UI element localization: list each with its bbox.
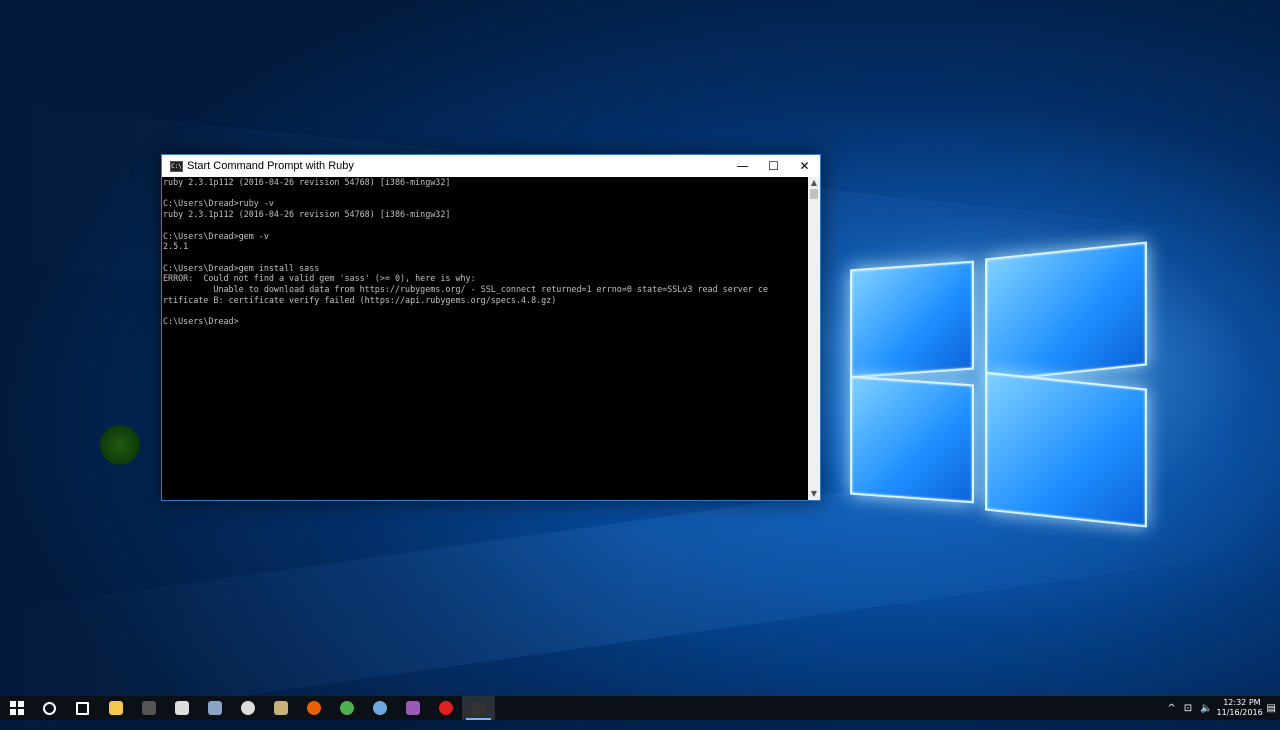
record-icon: [438, 701, 453, 715]
logo-pane: [850, 260, 974, 379]
image-app-icon: [273, 701, 288, 715]
scroll-thumb[interactable]: [810, 189, 818, 199]
search-button[interactable]: [33, 696, 66, 720]
console-line: C:\Users\Dread>gem -v: [163, 230, 269, 241]
cmd-window-icon: [471, 701, 486, 715]
web-app-icon: [372, 701, 387, 715]
firefox-icon: [306, 701, 321, 715]
console-line: C:\Users\Dread>: [163, 316, 239, 327]
volume-icon[interactable]: 🔈: [1200, 703, 1212, 714]
calculator-icon: [174, 701, 189, 715]
web-app-button[interactable]: [363, 696, 396, 720]
title-bar[interactable]: C:\ Start Command Prompt with Ruby — ☐ ✕: [162, 155, 820, 177]
taskbar: ^ ⊡ 🔈 12:32 PM 11/16/2016 ▤: [0, 696, 1280, 720]
network-icon[interactable]: ⊡: [1184, 703, 1192, 714]
console-line: ruby 2.3.1p112 (2016-04-26 revision 5476…: [163, 177, 451, 187]
console-line: 2.5.1: [163, 241, 189, 252]
window-title: Start Command Prompt with Ruby: [187, 160, 354, 172]
logo-pane: [985, 371, 1147, 528]
console-line: Unable to download data from https://rub…: [163, 284, 769, 295]
start-icon: [9, 701, 24, 715]
visual-studio-button[interactable]: [396, 696, 429, 720]
console-output[interactable]: ruby 2.3.1p112 (2016-04-26 revision 5476…: [162, 177, 808, 500]
notifications-icon[interactable]: ▤: [1267, 703, 1276, 714]
record-button[interactable]: [429, 696, 462, 720]
file-explorer-icon: [108, 701, 123, 715]
console-line: ERROR: Could not find a valid gem 'sass'…: [163, 273, 476, 284]
maximize-button[interactable]: ☐: [758, 155, 789, 177]
scroll-up-arrow-icon[interactable]: ▲: [808, 177, 820, 189]
cmd-window-button[interactable]: [462, 696, 495, 720]
chrome-icon: [339, 701, 354, 715]
console-line: rtificate B: certificate verify failed (…: [163, 294, 557, 305]
app-icon: [207, 701, 222, 715]
app-button[interactable]: [198, 696, 231, 720]
console-line: C:\Users\Dread>gem install sass: [163, 262, 320, 273]
console-line: C:\Users\Dread>ruby -v: [163, 198, 274, 209]
console-line: ruby 2.3.1p112 (2016-04-26 revision 5476…: [163, 209, 451, 220]
logo-pane: [985, 241, 1147, 383]
image-app-button[interactable]: [264, 696, 297, 720]
tray-chevron-icon[interactable]: ^: [1167, 703, 1175, 714]
search-icon: [43, 701, 56, 715]
calculator-button[interactable]: [165, 696, 198, 720]
close-button[interactable]: ✕: [789, 155, 820, 177]
command-prompt-button[interactable]: [132, 696, 165, 720]
minimize-button[interactable]: —: [727, 155, 758, 177]
start-button[interactable]: [0, 696, 33, 720]
visual-studio-icon: [405, 701, 420, 715]
cmd-icon: C:\: [170, 160, 183, 172]
chrome-button[interactable]: [330, 696, 363, 720]
command-prompt-window[interactable]: C:\ Start Command Prompt with Ruby — ☐ ✕…: [161, 154, 821, 501]
task-view-button[interactable]: [66, 696, 99, 720]
clock-date: 11/16/2016: [1216, 708, 1263, 717]
firefox-button[interactable]: [297, 696, 330, 720]
windows-logo: [820, 225, 1150, 528]
clock[interactable]: 12:32 PM 11/16/2016: [1216, 698, 1263, 718]
desktop: C:\ Start Command Prompt with Ruby — ☐ ✕…: [0, 0, 1280, 730]
scroll-down-arrow-icon[interactable]: ▼: [808, 488, 820, 500]
system-tray: ^ ⊡ 🔈 12:32 PM 11/16/2016 ▤: [1163, 696, 1280, 720]
command-prompt-icon: [141, 701, 156, 715]
logo-pane: [850, 375, 974, 504]
github-button[interactable]: [231, 696, 264, 720]
clock-time: 12:32 PM: [1223, 698, 1261, 707]
github-icon: [240, 701, 255, 715]
cursor-highlight: [100, 425, 140, 465]
task-view-icon: [76, 701, 89, 715]
vertical-scrollbar[interactable]: ▲ ▼: [808, 177, 820, 500]
file-explorer-button[interactable]: [99, 696, 132, 720]
